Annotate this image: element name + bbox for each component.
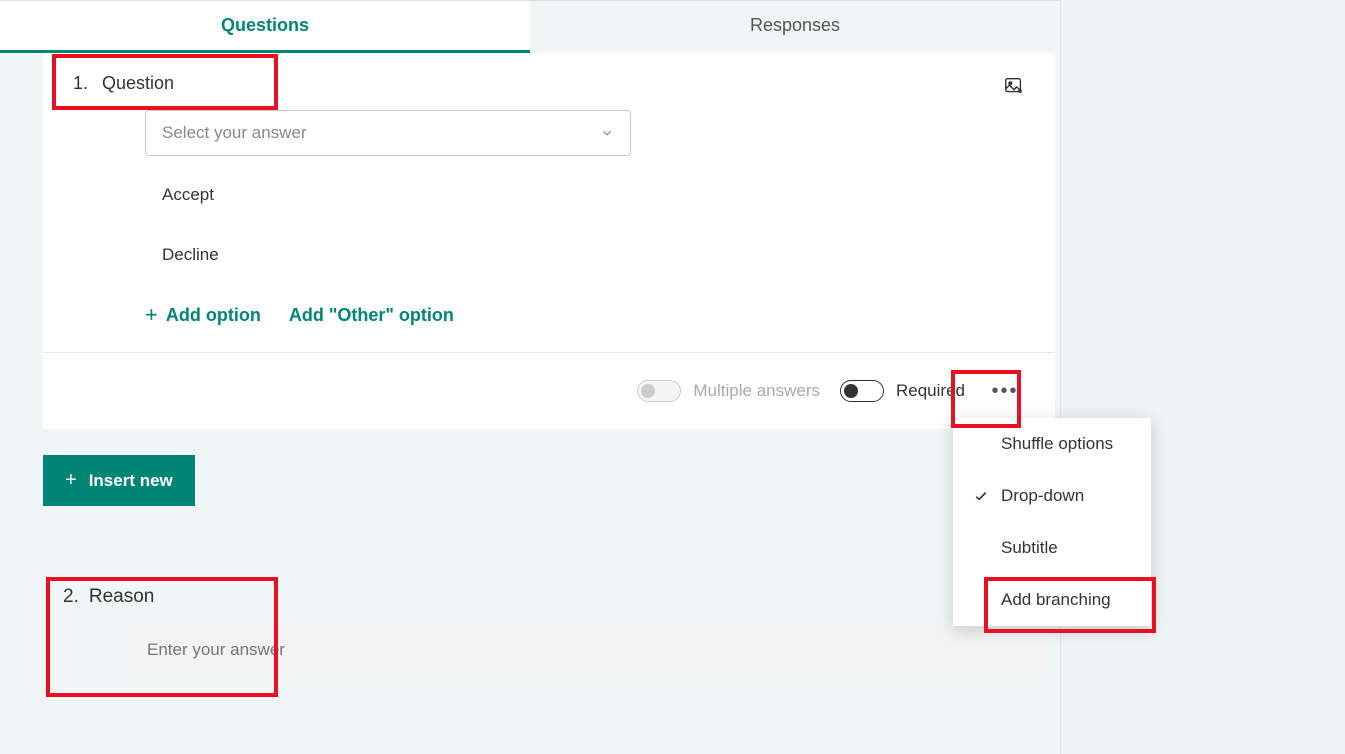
menu-subtitle[interactable]: Subtitle xyxy=(953,522,1151,574)
more-options-button[interactable]: ••• xyxy=(985,371,1025,411)
required-label: Required xyxy=(896,381,965,401)
question-card-2[interactable]: 2. Reason xyxy=(43,562,1055,676)
checkmark-icon xyxy=(973,488,989,504)
more-options-menu: Shuffle options Drop-down Subtitle Add b… xyxy=(953,418,1151,626)
answer-input[interactable] xyxy=(129,624,1047,676)
add-option-label: Add option xyxy=(166,305,261,326)
menu-dropdown[interactable]: Drop-down xyxy=(953,470,1151,522)
plus-icon: + xyxy=(65,469,77,492)
question-number: 1. xyxy=(73,73,88,94)
plus-icon: + xyxy=(145,302,158,328)
insert-new-label: Insert new xyxy=(89,471,173,491)
side-panel xyxy=(1060,0,1345,754)
chevron-down-icon xyxy=(600,126,614,140)
question-title: Reason xyxy=(89,586,155,608)
add-other-option-button[interactable]: Add "Other" option xyxy=(289,305,454,326)
add-option-button[interactable]: + Add option xyxy=(145,302,261,328)
tab-questions[interactable]: Questions xyxy=(0,1,530,53)
multiple-answers-label: Multiple answers xyxy=(693,381,820,401)
tab-responses[interactable]: Responses xyxy=(530,1,1060,53)
option-input[interactable]: Accept xyxy=(145,172,589,218)
ellipsis-icon: ••• xyxy=(991,380,1018,403)
question-card-1: 1. Select your answer Accept xyxy=(43,53,1055,429)
required-toggle[interactable] xyxy=(840,380,884,402)
select-placeholder: Select your answer xyxy=(162,123,307,143)
option-input[interactable]: Decline xyxy=(145,232,589,278)
insert-media-icon[interactable] xyxy=(1003,75,1025,97)
tabs-bar: Questions Responses xyxy=(0,0,1060,53)
multiple-answers-toggle[interactable] xyxy=(637,380,681,402)
menu-add-branching[interactable]: Add branching xyxy=(953,574,1151,626)
select-answer-dropdown[interactable]: Select your answer xyxy=(145,110,631,156)
insert-new-button[interactable]: + Insert new xyxy=(43,455,195,506)
question-title-input[interactable] xyxy=(102,73,402,94)
menu-shuffle-options[interactable]: Shuffle options xyxy=(953,418,1151,470)
form-editor: Questions Responses 1. Select your answe… xyxy=(0,0,1060,754)
question-number: 2. xyxy=(63,586,79,608)
